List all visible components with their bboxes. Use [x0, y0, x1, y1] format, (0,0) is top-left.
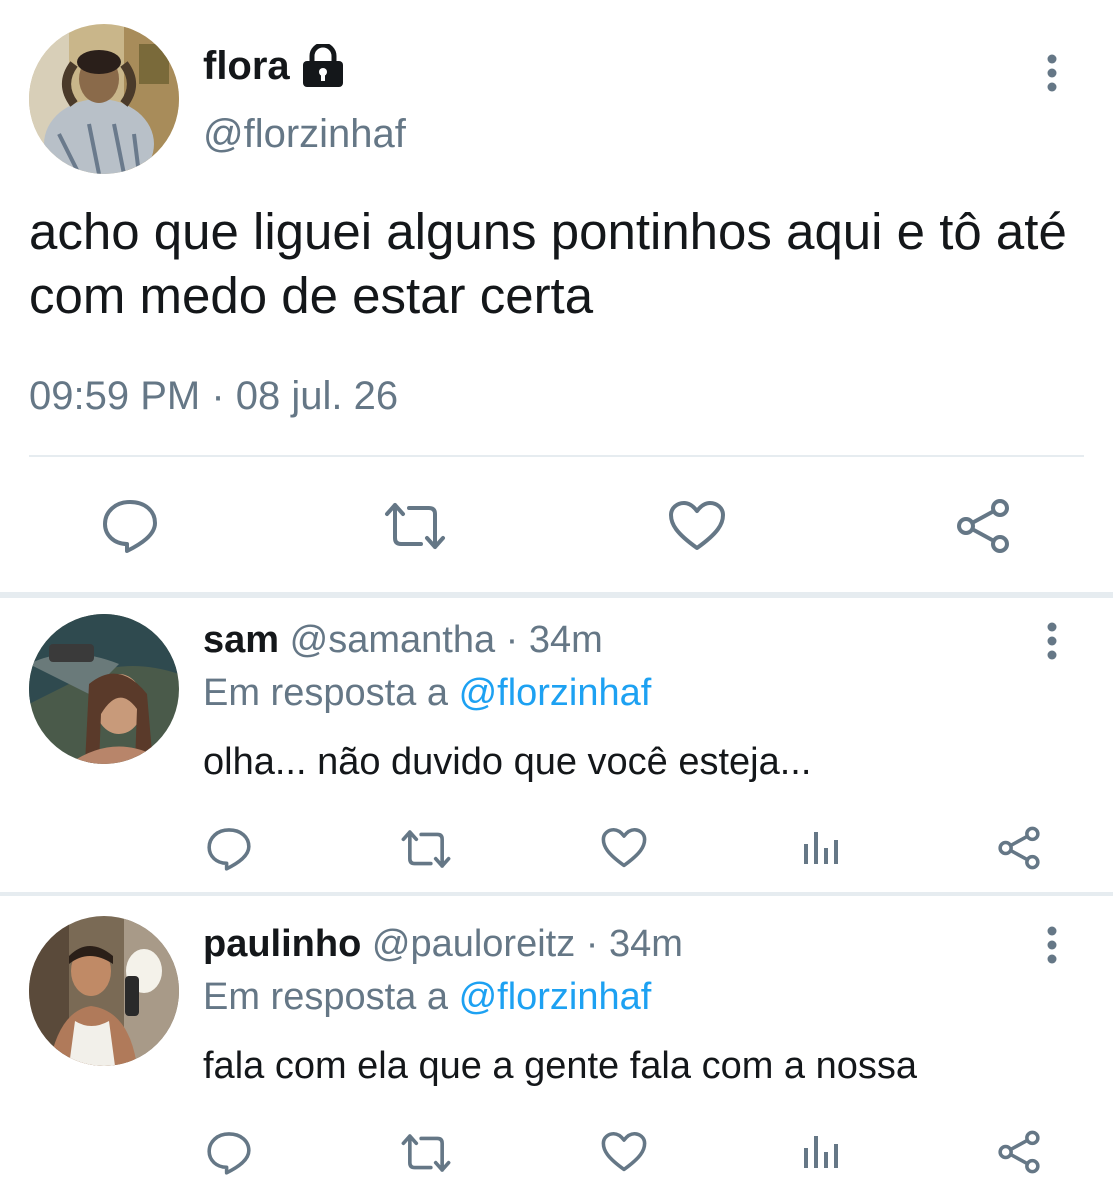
analytics-icon — [804, 832, 838, 864]
reply-icon — [103, 500, 157, 553]
avatar-image — [29, 614, 179, 764]
author-handle[interactable]: @florzinhaf — [203, 108, 406, 160]
reply-header: sam @samantha · 34m — [203, 615, 603, 665]
in-reply-to: Em resposta a @florzinhaf — [203, 668, 651, 718]
more-icon[interactable] — [1042, 53, 1062, 93]
tweet-timestamp: 09:59 PM · 08 jul. 26 — [29, 370, 398, 422]
reply-icon — [207, 1132, 251, 1175]
in-reply-to-prefix: Em resposta a — [203, 672, 459, 714]
analytics-button[interactable] — [802, 1134, 840, 1170]
reply-author-handle[interactable]: @pauloreitz — [372, 923, 575, 965]
reply-icon — [207, 828, 251, 871]
like-icon — [669, 501, 725, 550]
reply-author-name[interactable]: paulinho — [203, 923, 361, 965]
main-tweet: flora @florzinhaf acho que liguei alguns… — [0, 0, 1113, 592]
reply-time: 34m — [528, 619, 603, 661]
meta-separator: · — [200, 374, 236, 418]
reply-header: paulinho @pauloreitz · 34m — [203, 919, 683, 969]
share-icon — [998, 826, 1040, 870]
share-icon — [957, 499, 1009, 553]
like-button[interactable] — [668, 500, 726, 552]
analytics-icon — [804, 1136, 838, 1168]
like-button[interactable] — [601, 827, 647, 869]
tweet-time: 09:59 PM — [29, 374, 201, 418]
reply-author-name[interactable]: sam — [203, 619, 279, 661]
header-separator: · — [495, 619, 529, 661]
tweet-date: 08 jul. 26 — [235, 374, 399, 418]
in-reply-to-mention[interactable]: @florzinhaf — [459, 976, 652, 1018]
reply-text: olha... não duvido que você esteja... — [203, 741, 812, 783]
avatar[interactable] — [29, 614, 179, 764]
retweet-icon — [385, 503, 445, 549]
divider — [29, 455, 1084, 457]
share-button[interactable] — [954, 498, 1012, 554]
reply-author-handle[interactable]: @samantha — [290, 619, 495, 661]
reply-time: 34m — [609, 923, 683, 965]
avatar-image — [29, 916, 179, 1066]
header-separator: · — [575, 923, 609, 965]
tweet-text: acho que liguei alguns pontinhos aqui e … — [29, 203, 1067, 324]
reply-button[interactable] — [101, 497, 159, 555]
avatar[interactable] — [29, 24, 179, 174]
reply-button[interactable] — [206, 826, 252, 872]
reply-button[interactable] — [206, 1130, 252, 1176]
retweet-button[interactable] — [383, 500, 447, 552]
more-icon[interactable] — [1042, 621, 1062, 661]
reply-tweet: sam @samantha · 34m Em resposta a @florz… — [0, 598, 1113, 892]
share-button[interactable] — [996, 826, 1042, 870]
in-reply-to-mention[interactable]: @florzinhaf — [459, 672, 652, 714]
author-name[interactable]: flora — [203, 40, 290, 92]
in-reply-to-prefix: Em resposta a — [203, 976, 459, 1018]
retweet-icon — [401, 1134, 451, 1172]
in-reply-to: Em resposta a @florzinhaf — [203, 972, 651, 1022]
retweet-button[interactable] — [400, 828, 452, 870]
retweet-button[interactable] — [400, 1132, 452, 1174]
like-icon — [601, 1131, 647, 1172]
reply-text: fala com ela que a gente fala com a noss… — [203, 1045, 918, 1087]
more-icon[interactable] — [1042, 925, 1062, 965]
share-icon — [998, 1130, 1040, 1174]
share-button[interactable] — [996, 1130, 1042, 1174]
avatar-image — [29, 24, 179, 174]
like-icon — [601, 827, 647, 868]
lock-icon — [300, 42, 346, 88]
reply-tweet: paulinho @pauloreitz · 34m Em resposta a… — [0, 896, 1113, 1200]
retweet-icon — [401, 830, 451, 868]
avatar[interactable] — [29, 916, 179, 1066]
like-button[interactable] — [601, 1131, 647, 1173]
author-name-row[interactable]: flora — [203, 40, 346, 92]
analytics-button[interactable] — [802, 830, 840, 866]
